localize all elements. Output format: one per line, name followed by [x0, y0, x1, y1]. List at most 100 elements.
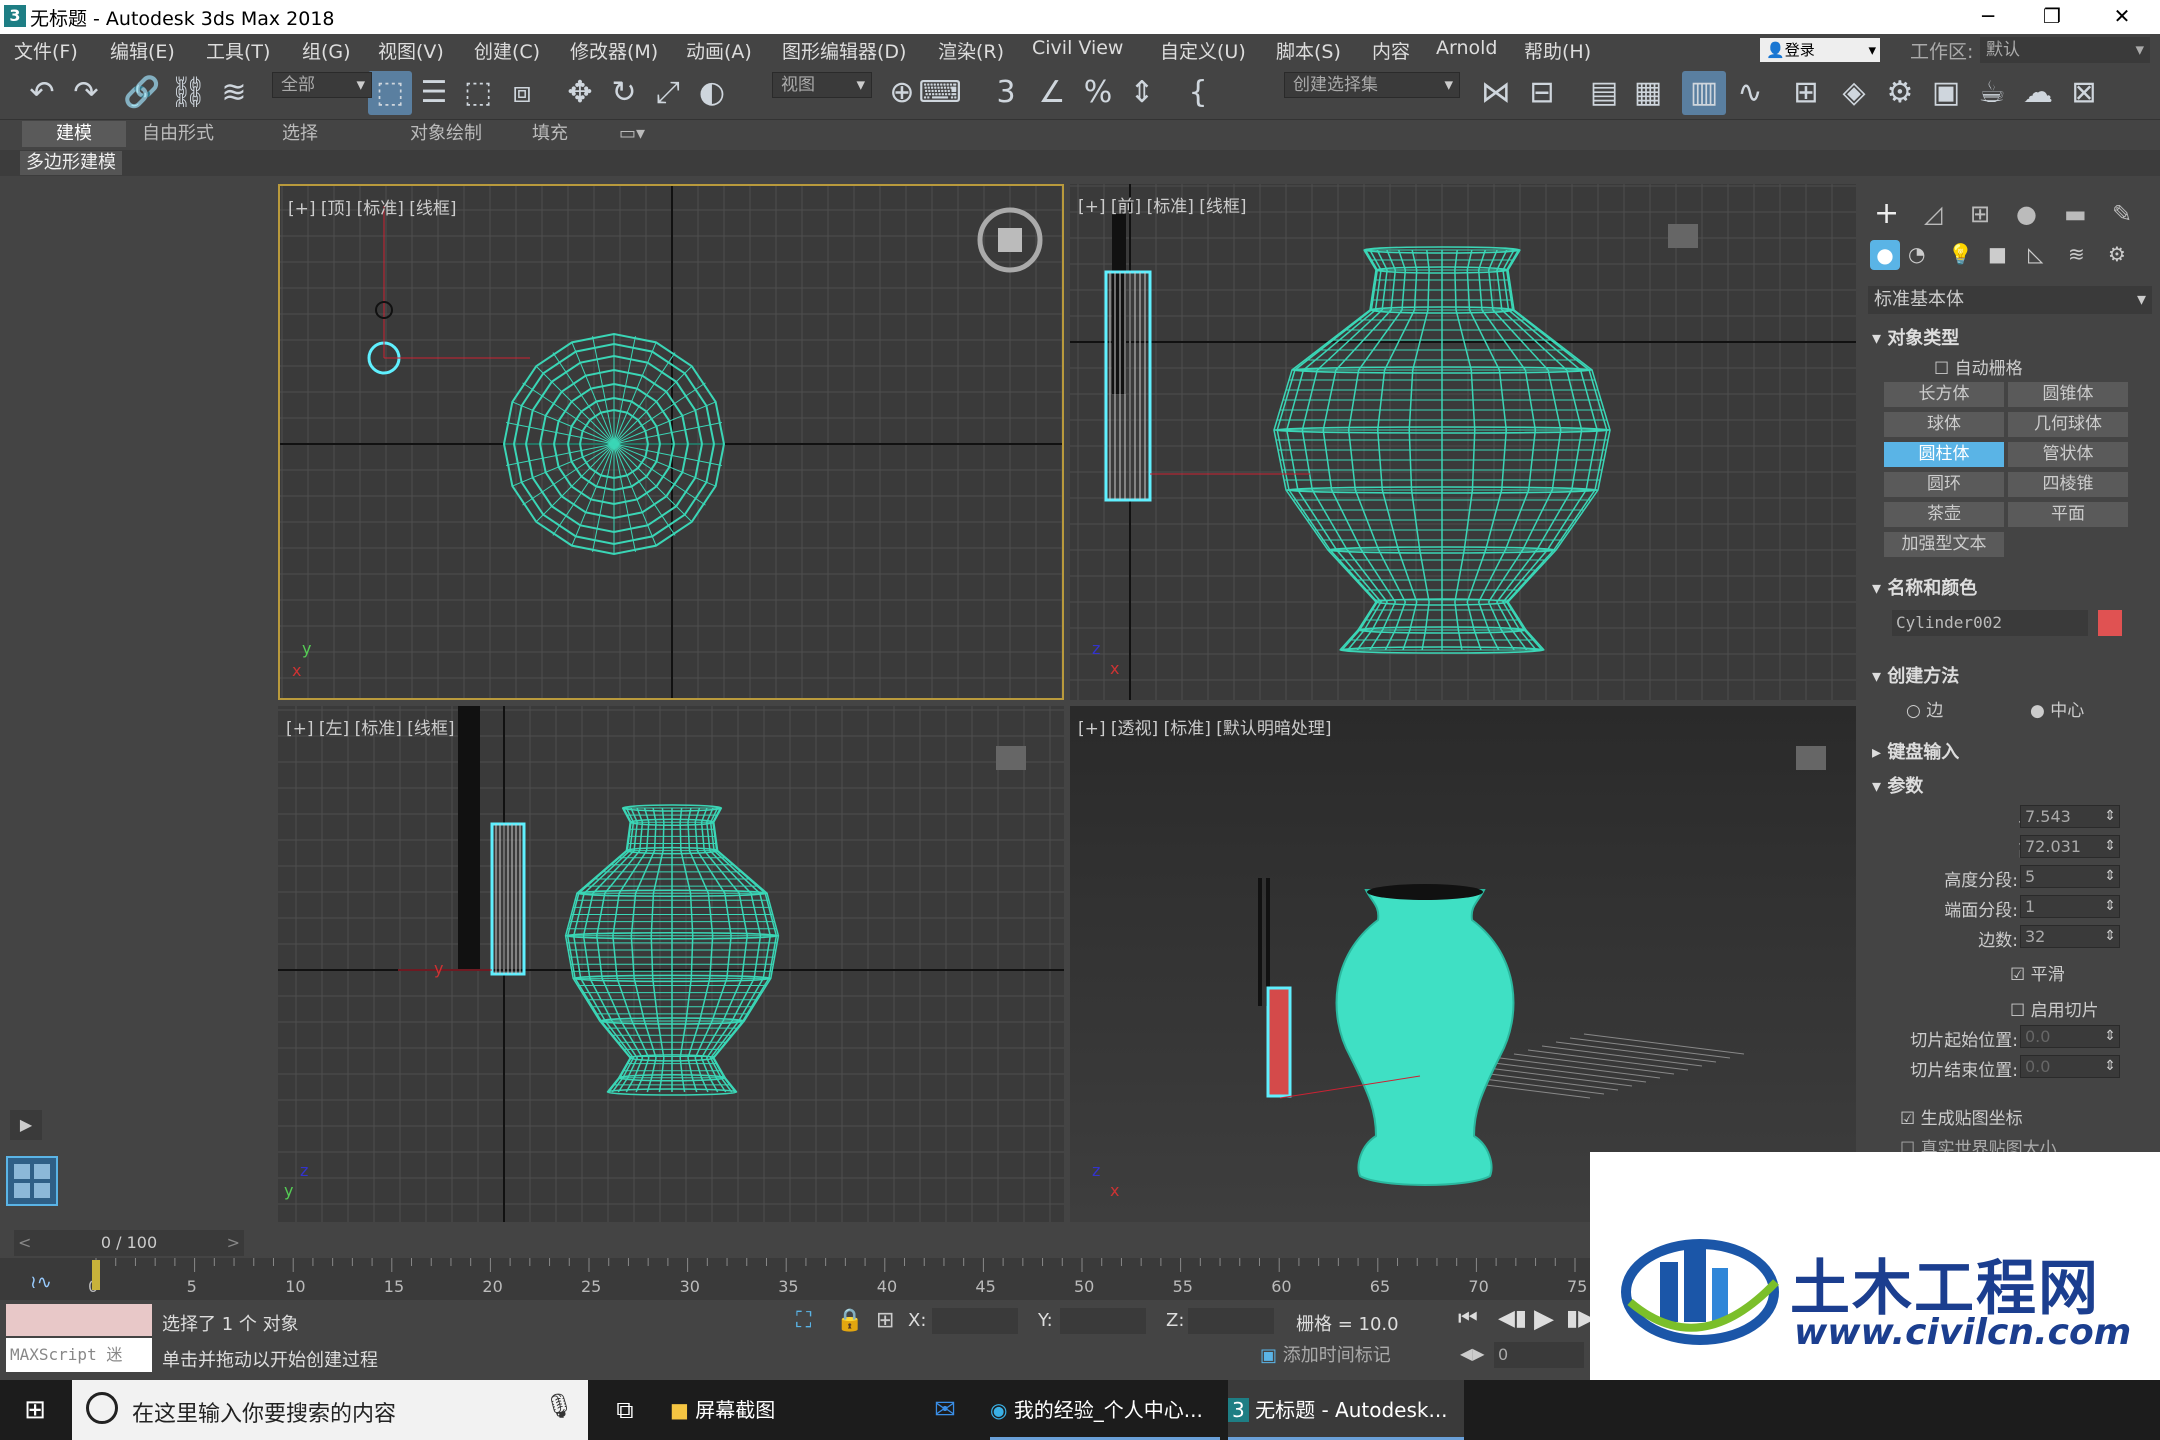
- menu-view[interactable]: 视图(V): [378, 37, 444, 64]
- maxscript-listener[interactable]: [6, 1304, 152, 1336]
- category-dropdown[interactable]: 标准基本体 ▾: [1868, 286, 2152, 314]
- isolate-icon[interactable]: ⛶: [796, 1308, 811, 1333]
- material-editor-icon[interactable]: ◈: [1832, 71, 1876, 115]
- unlink-icon[interactable]: ⛓: [166, 71, 210, 115]
- render-setup-icon[interactable]: ⚙: [1878, 71, 1922, 115]
- btn-pyramid[interactable]: 四棱锥: [2008, 472, 2128, 497]
- spacewarps-icon[interactable]: ≋: [2068, 242, 2085, 266]
- slice-from-spinner[interactable]: 0.0: [2020, 1025, 2120, 1048]
- autogrid-checkbox[interactable]: ☐ 自动栅格: [1934, 354, 2023, 379]
- btn-teapot[interactable]: 茶壶: [1884, 502, 2004, 527]
- menu-arnold[interactable]: Arnold: [1436, 37, 1497, 59]
- align-icon[interactable]: ⊟: [1520, 71, 1564, 115]
- viewport-label-left[interactable]: [+] [左] [标准] [线框]: [286, 714, 455, 739]
- angle-snap-icon[interactable]: ∠: [1030, 71, 1074, 115]
- radius-spinner[interactable]: 7.543: [2020, 805, 2120, 828]
- btn-plane[interactable]: 平面: [2008, 502, 2128, 527]
- prev-key-icon[interactable]: ◀▮: [1498, 1306, 1527, 1331]
- menu-edit[interactable]: 编辑(E): [110, 37, 175, 64]
- link-icon[interactable]: 🔗: [120, 71, 164, 115]
- viewport-perspective[interactable]: zx [+] [透视] [标准] [默认明暗处理]: [1070, 706, 1856, 1222]
- object-name-input[interactable]: Cylinder002: [1892, 610, 2088, 636]
- ref-coord-dropdown[interactable]: 视图: [772, 72, 872, 98]
- ribbon-options-icon[interactable]: ▭▾: [612, 121, 652, 147]
- menu-modifiers[interactable]: 修改器(M): [570, 37, 658, 64]
- task-view-icon[interactable]: ⧉: [600, 1380, 650, 1440]
- snap-3-icon[interactable]: 3: [984, 71, 1028, 115]
- menu-customize[interactable]: 自定义(U): [1160, 37, 1246, 64]
- radio-edge[interactable]: ○ 边: [1906, 696, 1943, 721]
- expand-arrow-icon[interactable]: ▶: [10, 1110, 42, 1140]
- section-parameters[interactable]: ▾ 参数: [1872, 772, 1923, 798]
- next-frame-icon[interactable]: >: [227, 1230, 240, 1256]
- named-selection-dropdown[interactable]: 创建选择集: [1284, 72, 1460, 98]
- cap-segs-spinner[interactable]: 1: [2020, 895, 2120, 918]
- section-keyboard-entry[interactable]: ▸ 键盘输入: [1872, 738, 1959, 764]
- workspace-dropdown[interactable]: 默认 ▾: [1980, 37, 2150, 63]
- move-icon[interactable]: ✥: [558, 71, 602, 115]
- maxscript-input[interactable]: MAXScript 迷: [6, 1338, 152, 1372]
- minimize-button[interactable]: ─: [1956, 0, 2020, 34]
- render-icon[interactable]: ☕: [1970, 71, 2014, 115]
- cameras-icon[interactable]: ■: [1988, 242, 2007, 266]
- y-coord-field[interactable]: [1060, 1308, 1146, 1334]
- windows-start-icon[interactable]: ⊞: [0, 1380, 70, 1440]
- viewport-left[interactable]: yzy [+] [左] [标准] [线框]: [278, 706, 1064, 1222]
- maximize-button[interactable]: ❐: [2020, 0, 2084, 34]
- geometry-icon[interactable]: ●: [1870, 240, 1900, 270]
- select-by-name-icon[interactable]: ☰: [412, 71, 456, 115]
- viewport-label-persp[interactable]: [+] [透视] [标准] [默认明暗处理]: [1078, 714, 1332, 739]
- viewport-front[interactable]: zx [+] [前] [标准] [线框]: [1070, 184, 1856, 700]
- play-icon[interactable]: ▶: [1534, 1304, 1554, 1334]
- scale-icon[interactable]: ⤢: [646, 71, 690, 115]
- rendered-frame-icon[interactable]: ▣: [1924, 71, 1968, 115]
- microphone-icon[interactable]: 🎙: [544, 1392, 574, 1420]
- poly-modeling-tab[interactable]: 多边形建模: [20, 151, 122, 175]
- scene-explorer-icon[interactable]: ▥: [1682, 71, 1726, 115]
- gen-mapping-checkbox[interactable]: ☑ 生成贴图坐标: [1900, 1104, 2023, 1129]
- btn-tube[interactable]: 管状体: [2008, 442, 2128, 467]
- menu-file[interactable]: 文件(F): [14, 37, 78, 64]
- btn-text-plus[interactable]: 加强型文本: [1884, 532, 2004, 557]
- smooth-checkbox[interactable]: ☑ 平滑: [2010, 960, 2065, 985]
- menu-civil-view[interactable]: Civil View: [1032, 37, 1123, 59]
- slice-to-spinner[interactable]: 0.0: [2020, 1055, 2120, 1078]
- btn-sphere[interactable]: 球体: [1884, 412, 2004, 437]
- modify-tab-icon[interactable]: ◿: [1924, 200, 1942, 228]
- menu-rendering[interactable]: 渲染(R): [938, 37, 1004, 64]
- prev-frame-icon[interactable]: <: [18, 1230, 31, 1256]
- sides-spinner[interactable]: 32: [2020, 925, 2120, 948]
- lock-icon[interactable]: 🔒: [836, 1308, 863, 1333]
- select-object-icon[interactable]: ⬚: [368, 71, 412, 115]
- viewport-top[interactable]: yx [+] [顶] [标准] [线框]: [278, 184, 1064, 700]
- slice-on-checkbox[interactable]: ☐ 启用切片: [2010, 996, 2099, 1021]
- section-object-type[interactable]: ▾ 对象类型: [1872, 324, 1959, 350]
- x-coord-field[interactable]: [932, 1308, 1018, 1334]
- close-button[interactable]: ✕: [2090, 0, 2154, 34]
- helpers-icon[interactable]: ◺: [2028, 242, 2043, 266]
- ribbon-tab-modeling[interactable]: 建模: [22, 121, 126, 147]
- add-time-tag-button[interactable]: ▣ 添加时间标记: [1260, 1342, 1406, 1370]
- shapes-icon[interactable]: ◔: [1908, 242, 1925, 266]
- time-slider[interactable]: <0 / 100 >: [14, 1230, 244, 1256]
- menu-help[interactable]: 帮助(H): [1524, 37, 1591, 64]
- taskbar-app-3dsmax[interactable]: 3 无标题 - Autodesk...: [1228, 1380, 1464, 1440]
- menu-group[interactable]: 组(G): [302, 37, 351, 64]
- rect-select-icon[interactable]: ⬚: [456, 71, 500, 115]
- radio-center[interactable]: ● 中心: [2030, 696, 2084, 721]
- section-name-color[interactable]: ▾ 名称和颜色: [1872, 574, 1977, 600]
- ribbon-tab-selection[interactable]: 选择: [250, 121, 350, 147]
- goto-start-icon[interactable]: ⏮: [1458, 1306, 1478, 1331]
- btn-torus[interactable]: 圆环: [1884, 472, 2004, 497]
- z-coord-field[interactable]: [1188, 1308, 1274, 1334]
- time-config-icon[interactable]: ◀▶: [1460, 1344, 1485, 1363]
- viewport-label-top[interactable]: [+] [顶] [标准] [线框]: [288, 194, 457, 219]
- layer-explorer-icon[interactable]: ▤: [1582, 71, 1626, 115]
- taskbar-app-edge[interactable]: ◉ 我的经验_个人中心...: [990, 1380, 1220, 1440]
- window-crossing-icon[interactable]: ⧈: [500, 71, 544, 115]
- ribbon-tab-freeform[interactable]: 自由形式: [128, 121, 228, 147]
- selection-filter-dropdown[interactable]: 全部: [272, 72, 372, 98]
- ribbon-tab-object-paint[interactable]: 对象绘制: [376, 121, 516, 147]
- viewport-layout-icon[interactable]: [6, 1156, 58, 1206]
- menu-scripting[interactable]: 脚本(S): [1276, 37, 1341, 64]
